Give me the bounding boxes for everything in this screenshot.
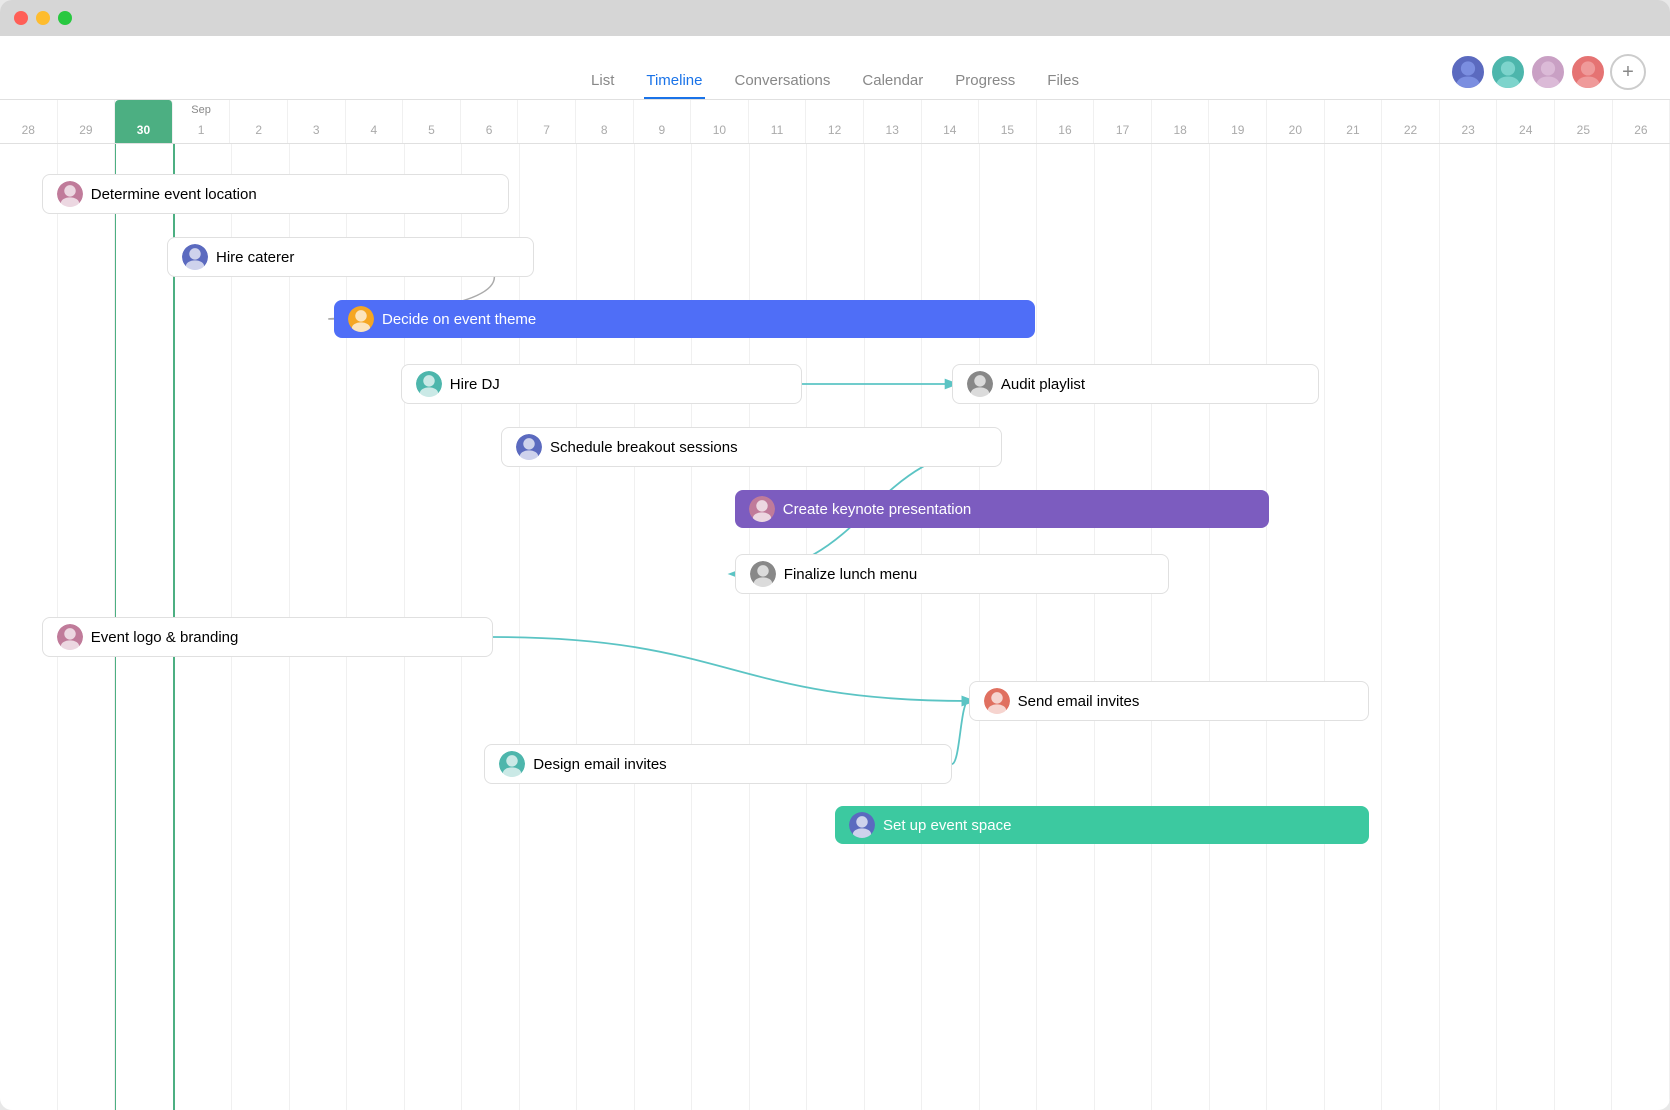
close-button[interactable] (14, 11, 28, 25)
ruler-cell-21: 21 (1325, 100, 1383, 143)
ruler-cell-20: 20 (1267, 100, 1325, 143)
task-avatar-create-keynote (749, 496, 775, 522)
ruler-cell-15: 15 (979, 100, 1037, 143)
gantt-area[interactable]: Determine event location Hire caterer De… (0, 144, 1670, 1110)
ruler-cell-10: 10 (691, 100, 749, 143)
tab-progress[interactable]: Progress (953, 64, 1017, 99)
task-finalize-lunch[interactable]: Finalize lunch menu (735, 554, 1169, 594)
app-window: + List Timeline Conversations Calendar P… (0, 0, 1670, 1110)
tab-conversations[interactable]: Conversations (733, 64, 833, 99)
task-hire-caterer[interactable]: Hire caterer (167, 237, 534, 277)
avatar-3[interactable] (1530, 54, 1566, 90)
task-avatar-finalize-lunch (750, 561, 776, 587)
task-label-finalize-lunch: Finalize lunch menu (784, 566, 917, 583)
task-decide-theme[interactable]: Decide on event theme (334, 300, 1035, 338)
task-label-decide-theme: Decide on event theme (382, 311, 536, 328)
ruler-cell-26: 26 (1613, 100, 1670, 143)
ruler-cell-16: 16 (1037, 100, 1095, 143)
ruler-cell-6: 6 (461, 100, 519, 143)
page-header: + List Timeline Conversations Calendar P… (0, 36, 1670, 100)
task-setup-space[interactable]: Set up event space (835, 806, 1369, 844)
ruler-cell-22: 22 (1382, 100, 1440, 143)
ruler-cell-30: 30 (115, 100, 173, 143)
task-label-setup-space: Set up event space (883, 817, 1011, 834)
task-label-audit-playlist: Audit playlist (1001, 376, 1085, 393)
ruler-cell-5: 5 (403, 100, 461, 143)
task-avatar-setup-space (849, 812, 875, 838)
task-hire-dj[interactable]: Hire DJ (401, 364, 802, 404)
ruler-cell-13: 13 (864, 100, 922, 143)
task-avatar-send-email (984, 688, 1010, 714)
ruler-cell-14: 14 (922, 100, 980, 143)
task-create-keynote[interactable]: Create keynote presentation (735, 490, 1269, 528)
titlebar (0, 0, 1670, 36)
ruler-cell-7: 7 (518, 100, 576, 143)
task-design-email[interactable]: Design email invites (484, 744, 952, 784)
ruler-cell-23: 23 (1440, 100, 1498, 143)
add-member-button[interactable]: + (1610, 54, 1646, 90)
avatar-1[interactable] (1450, 54, 1486, 90)
task-determine-location[interactable]: Determine event location (42, 174, 510, 214)
minimize-button[interactable] (36, 11, 50, 25)
task-avatar-determine-location (57, 181, 83, 207)
header-avatars: + (1450, 54, 1646, 90)
maximize-button[interactable] (58, 11, 72, 25)
timeline-wrapper: 282930Sep1234567891011121314151617181920… (0, 100, 1670, 1110)
task-label-create-keynote: Create keynote presentation (783, 501, 971, 518)
ruler-cell-18: 18 (1152, 100, 1210, 143)
tab-files[interactable]: Files (1045, 64, 1081, 99)
task-avatar-event-logo (57, 624, 83, 650)
task-audit-playlist[interactable]: Audit playlist (952, 364, 1319, 404)
task-event-logo[interactable]: Event logo & branding (42, 617, 493, 657)
ruler-cell-8: 8 (576, 100, 634, 143)
ruler-cell-9: 9 (634, 100, 692, 143)
task-label-hire-caterer: Hire caterer (216, 249, 294, 266)
ruler-cell-24: 24 (1497, 100, 1555, 143)
task-label-determine-location: Determine event location (91, 186, 257, 203)
ruler-cell-1: Sep1 (173, 100, 231, 143)
tab-calendar[interactable]: Calendar (860, 64, 925, 99)
task-label-design-email: Design email invites (533, 756, 666, 773)
avatar-2[interactable] (1490, 54, 1526, 90)
timeline-container: 282930Sep1234567891011121314151617181920… (0, 100, 1670, 1110)
ruler-cell-28: 28 (0, 100, 58, 143)
task-avatar-design-email (499, 751, 525, 777)
task-label-send-email: Send email invites (1018, 693, 1140, 710)
ruler-cell-2: 2 (230, 100, 288, 143)
ruler-cell-11: 11 (749, 100, 807, 143)
ruler-cell-17: 17 (1094, 100, 1152, 143)
ruler-cell-19: 19 (1209, 100, 1267, 143)
task-send-email[interactable]: Send email invites (969, 681, 1370, 721)
task-avatar-hire-dj (416, 371, 442, 397)
nav-tabs: List Timeline Conversations Calendar Pro… (0, 64, 1670, 99)
tab-list[interactable]: List (589, 64, 616, 99)
tab-timeline[interactable]: Timeline (644, 64, 704, 99)
task-avatar-audit-playlist (967, 371, 993, 397)
ruler-cell-3: 3 (288, 100, 346, 143)
task-label-event-logo: Event logo & branding (91, 629, 239, 646)
task-label-schedule-breakout: Schedule breakout sessions (550, 439, 738, 456)
ruler-cell-12: 12 (806, 100, 864, 143)
avatar-4[interactable] (1570, 54, 1606, 90)
header-top: + (0, 52, 1670, 64)
task-schedule-breakout[interactable]: Schedule breakout sessions (501, 427, 1002, 467)
ruler-cell-4: 4 (346, 100, 404, 143)
task-avatar-hire-caterer (182, 244, 208, 270)
task-avatar-schedule-breakout (516, 434, 542, 460)
ruler-cell-29: 29 (58, 100, 116, 143)
task-label-hire-dj: Hire DJ (450, 376, 500, 393)
timeline-ruler: 282930Sep1234567891011121314151617181920… (0, 100, 1670, 144)
ruler-cell-25: 25 (1555, 100, 1613, 143)
task-avatar-decide-theme (348, 306, 374, 332)
